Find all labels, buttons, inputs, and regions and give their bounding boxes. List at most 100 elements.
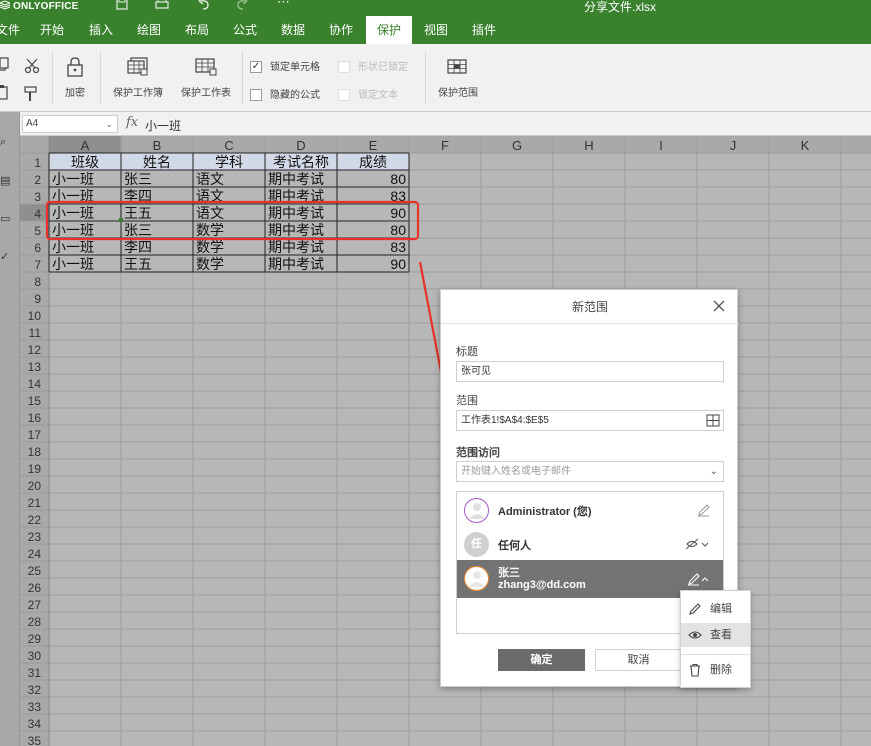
comment-icon[interactable]: ▤ — [0, 174, 10, 187]
undo-icon[interactable] — [197, 0, 211, 11]
edit-icon[interactable] — [681, 503, 711, 517]
cell-value[interactable]: 语文 — [196, 171, 224, 187]
row-header[interactable]: 34 — [28, 717, 42, 731]
row-header[interactable]: 8 — [34, 275, 41, 289]
encrypt-button[interactable]: 加密 — [60, 56, 90, 99]
cell-value[interactable]: 期中考试 — [268, 256, 324, 272]
cell-value[interactable]: 姓名 — [143, 154, 171, 170]
user-search-input[interactable]: 开始键入姓名或电子邮件 ⌄ — [456, 461, 724, 482]
cell-value[interactable]: 数学 — [196, 256, 224, 272]
close-icon[interactable] — [711, 298, 727, 314]
row-header[interactable]: 4 — [34, 207, 41, 221]
cell-value[interactable]: 学科 — [215, 154, 243, 170]
column-header[interactable]: K — [801, 138, 810, 153]
row-header[interactable]: 20 — [28, 479, 42, 493]
row-header[interactable]: 10 — [28, 309, 42, 323]
cell-value[interactable]: 期中考试 — [268, 222, 324, 238]
name-box[interactable]: A4 ⌄ — [22, 115, 118, 133]
edit-icon[interactable] — [681, 572, 711, 586]
cell-value[interactable]: 语文 — [196, 188, 224, 204]
row-header[interactable]: 23 — [28, 530, 42, 544]
protect-range-button[interactable]: 保护范围 — [433, 56, 483, 99]
column-header[interactable]: B — [153, 138, 162, 153]
column-header[interactable]: G — [512, 138, 522, 153]
cell-value[interactable]: 83 — [390, 239, 406, 255]
cell-value[interactable]: 期中考试 — [268, 205, 324, 221]
hidden-formula-checkbox[interactable]: 隐藏的公式 — [250, 86, 320, 102]
list-item-user[interactable]: 任 任何人 — [457, 526, 723, 562]
column-header[interactable]: H — [584, 138, 593, 153]
cell-value[interactable]: 90 — [390, 256, 406, 272]
row-header[interactable]: 31 — [28, 666, 42, 680]
row-header[interactable]: 5 — [34, 224, 41, 238]
row-header[interactable]: 13 — [28, 360, 42, 374]
tab-formula[interactable]: 公式 — [227, 16, 263, 44]
tab-draw[interactable]: 绘图 — [131, 16, 167, 44]
row-header[interactable]: 33 — [28, 700, 42, 714]
tab-home[interactable]: 开始 — [34, 16, 70, 44]
row-header[interactable]: 27 — [28, 598, 42, 612]
protect-sheet-button[interactable]: 保护工作表 — [176, 56, 236, 99]
cell-value[interactable]: 成绩 — [359, 154, 387, 170]
row-header[interactable]: 17 — [28, 428, 42, 442]
row-header[interactable]: 11 — [29, 326, 42, 340]
tab-view[interactable]: 视图 — [418, 16, 454, 44]
cell-value[interactable]: 语文 — [196, 205, 224, 221]
row-header[interactable]: 18 — [28, 445, 42, 459]
protect-workbook-button[interactable]: 保护工作簿 — [108, 56, 168, 99]
column-header[interactable]: A — [81, 138, 90, 153]
tab-layout[interactable]: 布局 — [179, 16, 215, 44]
function-icon[interactable]: fx — [126, 115, 138, 130]
row-header[interactable]: 7 — [34, 258, 41, 272]
ok-button[interactable]: 确定 — [498, 649, 585, 671]
cell-value[interactable]: 小一班 — [52, 205, 94, 221]
cell-value[interactable]: 数学 — [196, 239, 224, 255]
row-header[interactable]: 29 — [28, 632, 42, 646]
cell-value[interactable]: 期中考试 — [268, 188, 324, 204]
more-icon[interactable]: ⋯ — [277, 0, 290, 10]
row-header[interactable]: 15 — [28, 394, 42, 408]
cell-value[interactable]: 期中考试 — [268, 239, 324, 255]
row-header[interactable]: 9 — [34, 292, 41, 306]
cell-value[interactable]: 期中考试 — [268, 171, 324, 187]
row-header[interactable]: 26 — [28, 581, 42, 595]
row-header[interactable]: 2 — [34, 173, 41, 187]
cancel-button[interactable]: 取消 — [595, 649, 682, 671]
menu-item-edit[interactable]: 编辑 — [681, 597, 750, 621]
row-header[interactable]: 30 — [28, 649, 42, 663]
row-header[interactable]: 28 — [28, 615, 42, 629]
lock-text-checkbox[interactable]: 锁定文本 — [338, 86, 398, 102]
copy-icon[interactable] — [0, 57, 10, 73]
cell-value[interactable]: 小一班 — [52, 256, 94, 272]
column-header[interactable]: C — [224, 138, 233, 153]
cut-icon[interactable] — [24, 58, 40, 74]
row-header[interactable]: 12 — [28, 343, 42, 357]
row-header[interactable]: 21 — [28, 496, 42, 510]
spellcheck-icon[interactable]: ✓ — [0, 250, 9, 263]
cell-value[interactable]: 王五 — [124, 205, 152, 221]
row-header[interactable]: 24 — [28, 547, 42, 561]
row-header[interactable]: 14 — [28, 377, 42, 391]
format-painter-icon[interactable] — [24, 86, 38, 102]
cell-value[interactable]: 李四 — [124, 239, 152, 255]
cell-value[interactable]: 90 — [390, 205, 406, 221]
row-header[interactable]: 1 — [34, 156, 41, 170]
select-range-icon[interactable] — [706, 414, 720, 427]
locked-cell-checkbox[interactable]: ✓ 锁定单元格 — [250, 58, 320, 74]
column-header[interactable]: I — [659, 138, 663, 153]
cell-value[interactable]: 80 — [390, 171, 406, 187]
cell-value[interactable]: 班级 — [71, 154, 99, 170]
tab-protect[interactable]: 保护 — [366, 16, 412, 44]
selection-handle[interactable] — [119, 218, 123, 222]
shape-locked-checkbox[interactable]: 形状已锁定 — [338, 58, 408, 74]
paste-icon[interactable] — [0, 85, 10, 101]
print-icon[interactable] — [154, 0, 170, 11]
cell-value[interactable]: 小一班 — [52, 239, 94, 255]
cell-value[interactable]: 王五 — [124, 256, 152, 272]
save-icon[interactable] — [115, 0, 129, 11]
menu-item-delete[interactable]: 删除 — [681, 658, 750, 682]
menu-item-view[interactable]: 查看 — [681, 623, 750, 647]
cell-value[interactable]: 李四 — [124, 188, 152, 204]
tab-data[interactable]: 数据 — [275, 16, 311, 44]
search-icon[interactable]: ⌕ — [0, 136, 6, 149]
